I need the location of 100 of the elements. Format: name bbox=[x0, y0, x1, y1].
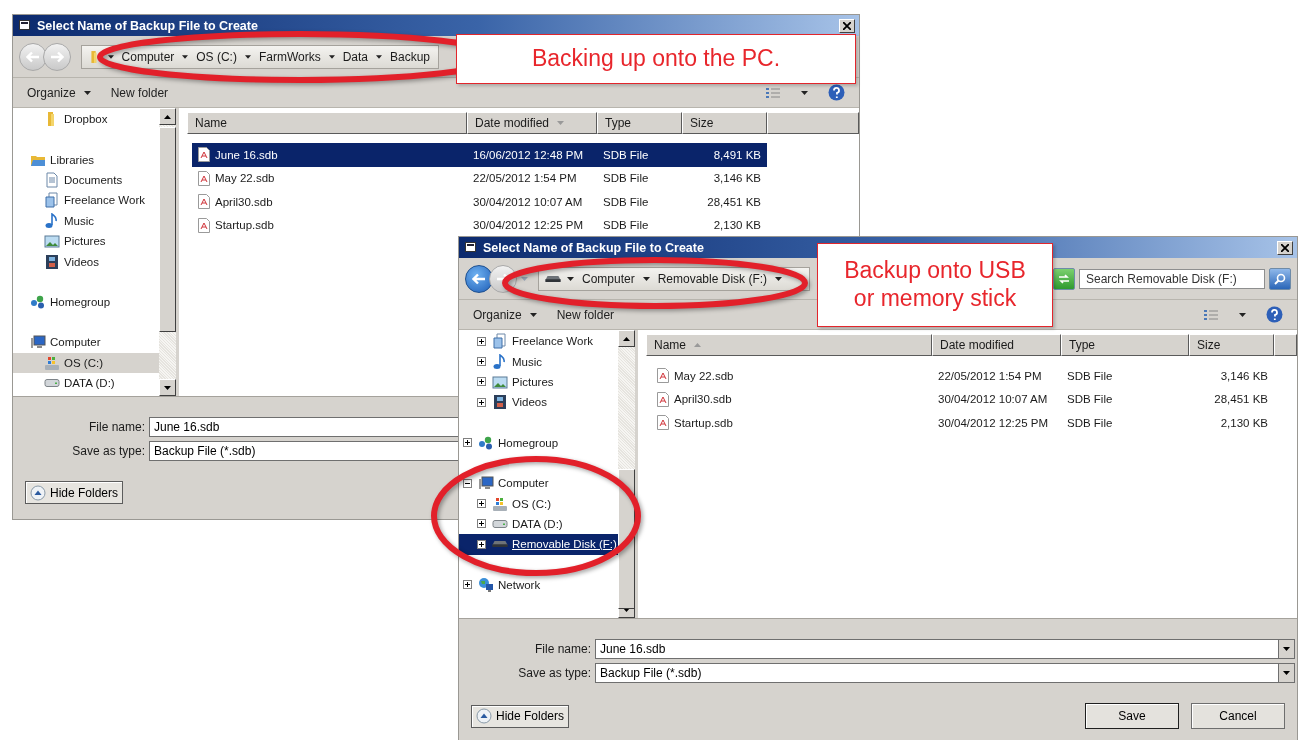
organize-button[interactable]: Organize bbox=[27, 85, 91, 100]
help-icon[interactable] bbox=[828, 84, 845, 101]
tree-item[interactable]: OS (C:) bbox=[13, 352, 159, 373]
address-bar[interactable]: Computer OS (C:) FarmWorks Data Backup bbox=[81, 44, 439, 69]
tree-item[interactable]: Dropbox bbox=[13, 109, 159, 130]
tree-item[interactable]: Network bbox=[459, 574, 618, 595]
column-header[interactable]: Date modified bbox=[467, 112, 597, 134]
column-header[interactable]: Size bbox=[682, 112, 767, 134]
tree-item[interactable]: Videos bbox=[13, 251, 159, 272]
recent-pages-caret-icon bbox=[521, 276, 528, 281]
scroll-down-icon[interactable] bbox=[164, 385, 171, 390]
dropdown-button[interactable] bbox=[1278, 639, 1295, 659]
file-row[interactable]: May 22.sdb 22/05/2012 1:54 PM SDB File 3,146 KB bbox=[192, 166, 767, 190]
back-button[interactable] bbox=[465, 264, 493, 293]
file-row[interactable]: May 22.sdb 22/05/2012 1:54 PM SDB File 3,146 KB bbox=[651, 364, 1274, 388]
tree-item[interactable]: Libraries bbox=[13, 149, 159, 170]
expand-button[interactable] bbox=[477, 519, 486, 529]
column-header[interactable]: Type bbox=[597, 112, 682, 134]
file-name: Startup.sdb bbox=[215, 219, 274, 232]
save-button[interactable]: Save bbox=[1085, 703, 1179, 729]
hide-folders-button[interactable]: Hide Folders bbox=[471, 704, 570, 728]
expand-button[interactable] bbox=[477, 377, 486, 387]
close-button[interactable] bbox=[839, 18, 855, 33]
refresh-button[interactable] bbox=[1053, 267, 1075, 290]
tree-item[interactable]: Homegroup bbox=[459, 432, 618, 453]
tree-item[interactable]: Music bbox=[459, 351, 618, 372]
tree-item[interactable]: Freelance Work bbox=[459, 331, 618, 352]
tree-item[interactable]: Videos bbox=[459, 392, 618, 413]
plus-icon bbox=[479, 541, 484, 547]
size-cell-text: 28,451 KB bbox=[706, 195, 762, 208]
file-row[interactable]: Startup.sdb 30/04/2012 12:25 PM SDB File 2,130 KB bbox=[192, 213, 767, 237]
breadcrumb-link[interactable]: Removable Disk (F:) bbox=[655, 271, 770, 286]
tree-item[interactable]: Pictures bbox=[459, 371, 618, 393]
breadcrumb-link[interactable]: OS (C:) bbox=[194, 49, 239, 64]
size-cell-text: 28,451 KB bbox=[1213, 393, 1269, 406]
new-folder-button[interactable]: New folder bbox=[110, 85, 169, 100]
expand-button[interactable] bbox=[463, 438, 472, 448]
expand-button[interactable] bbox=[477, 539, 486, 549]
column-header[interactable]: Size bbox=[1189, 334, 1274, 356]
help-icon[interactable] bbox=[1266, 306, 1283, 323]
window-title: Select Name of Backup File to Create bbox=[37, 18, 259, 33]
collapse-button[interactable] bbox=[463, 478, 472, 488]
search-button[interactable] bbox=[1269, 267, 1291, 290]
view-list-icon[interactable] bbox=[765, 86, 781, 99]
tree-item[interactable]: Removable Disk (F:) bbox=[459, 534, 618, 555]
scroll-bar[interactable] bbox=[159, 108, 176, 396]
file-row[interactable]: Startup.sdb 30/04/2012 12:25 PM SDB File 2,130 KB bbox=[651, 411, 1274, 435]
view-menu-caret-icon bbox=[1239, 312, 1246, 317]
cancel-button[interactable]: Cancel bbox=[1191, 703, 1285, 729]
picture-icon bbox=[44, 233, 60, 250]
scroll-down-icon[interactable] bbox=[623, 607, 630, 612]
save-type-field[interactable]: Backup File (*.sdb) bbox=[595, 663, 1278, 683]
new-folder-button[interactable]: New folder bbox=[556, 307, 615, 322]
column-header[interactable]: Name bbox=[646, 334, 932, 356]
address-caret-icon[interactable] bbox=[775, 276, 783, 281]
tree-item[interactable]: Music bbox=[13, 210, 159, 231]
scroll-bar[interactable] bbox=[618, 330, 635, 618]
file-row[interactable]: April30.sdb 30/04/2012 10:07 AM SDB File 28,451 KB bbox=[651, 387, 1274, 411]
breadcrumb-link[interactable]: Computer bbox=[580, 271, 637, 286]
removable-drive-icon bbox=[545, 275, 561, 282]
search-field[interactable]: Search Removable Disk (F:) bbox=[1079, 268, 1265, 289]
column-header[interactable]: Date modified bbox=[932, 334, 1061, 356]
tree-item[interactable]: Homegroup bbox=[13, 291, 159, 313]
breadcrumb-link[interactable]: Data bbox=[340, 49, 370, 64]
date-cell-text: 22/05/2012 1:54 PM bbox=[472, 172, 578, 185]
scroll-thumb[interactable] bbox=[159, 127, 176, 332]
expand-button[interactable] bbox=[477, 336, 486, 346]
organize-button[interactable]: Organize bbox=[473, 307, 537, 322]
file-row[interactable]: April30.sdb 30/04/2012 10:07 AM SDB File 28,451 KB bbox=[192, 190, 767, 214]
document-icon bbox=[44, 171, 60, 188]
tree-item[interactable]: DATA (D:) bbox=[459, 513, 618, 535]
expand-button[interactable] bbox=[477, 397, 486, 407]
file-name-field[interactable]: June 16.sdb bbox=[595, 639, 1278, 659]
expand-button[interactable] bbox=[477, 499, 486, 509]
address-bar[interactable]: Computer Removable Disk (F:) bbox=[538, 266, 810, 291]
expand-button[interactable] bbox=[463, 580, 472, 590]
tree-item[interactable]: Freelance Work bbox=[13, 190, 159, 211]
type-cell-text: SDB File bbox=[602, 172, 650, 185]
breadcrumb-link[interactable]: Computer bbox=[119, 49, 177, 64]
breadcrumb-link[interactable]: Backup bbox=[388, 49, 432, 64]
close-button[interactable] bbox=[1277, 240, 1293, 255]
tree-item[interactable]: OS (C:) bbox=[459, 493, 618, 514]
scroll-up-icon[interactable] bbox=[623, 336, 630, 341]
breadcrumb-link[interactable]: FarmWorks bbox=[256, 49, 323, 64]
caret-icon bbox=[642, 276, 650, 281]
expand-button[interactable] bbox=[477, 357, 486, 367]
scroll-up-icon[interactable] bbox=[164, 114, 171, 119]
type-cell-text: SDB File bbox=[602, 195, 650, 208]
view-list-icon[interactable] bbox=[1203, 308, 1219, 321]
tree-item[interactable]: Computer bbox=[13, 332, 159, 353]
column-header[interactable]: Type bbox=[1061, 334, 1189, 356]
hide-folders-button[interactable]: Hide Folders bbox=[25, 481, 124, 504]
file-row[interactable]: June 16.sdb 16/06/2012 12:48 PM SDB File 8,491 KB bbox=[192, 143, 767, 167]
computer-icon bbox=[30, 334, 46, 351]
column-header[interactable]: Name bbox=[187, 112, 467, 134]
dropdown-button[interactable] bbox=[1278, 663, 1295, 683]
tree-item[interactable]: DATA (D:) bbox=[13, 372, 159, 394]
tree-item[interactable]: Documents bbox=[13, 169, 159, 191]
tree-item[interactable]: Pictures bbox=[13, 230, 159, 252]
tree-item[interactable]: Computer bbox=[459, 472, 618, 494]
